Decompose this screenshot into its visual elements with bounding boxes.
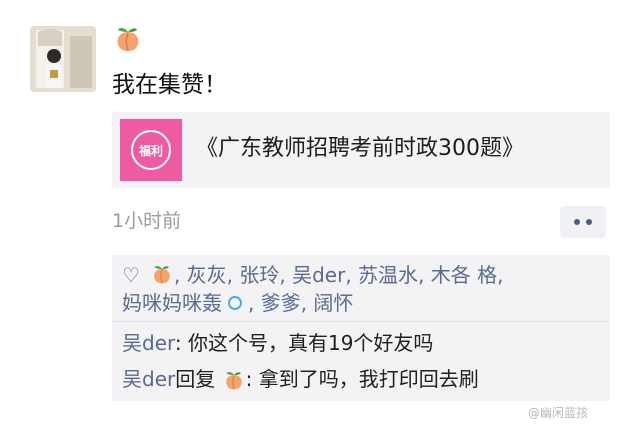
- comment-item[interactable]: 吴der: 你这个号，真有19个好友吗: [122, 329, 433, 357]
- comment-text: 你这个号，真有19个好友吗: [187, 331, 434, 355]
- more-dot-icon: [574, 219, 580, 225]
- comment-separator: :: [174, 331, 188, 355]
- likes-list: ♡ , 灰灰 , 张玲 , 吴der , 苏温水 , 木各 格, 妈咪妈咪轰 ,…: [122, 261, 602, 317]
- likes-row: 妈咪妈咪轰 , 爹爹 , 阔怀: [122, 289, 602, 317]
- heart-outline-icon: ♡: [122, 263, 140, 287]
- like-name[interactable]: , 灰灰: [174, 261, 227, 289]
- comment-text: 拿到了吗，我打印回去刷: [258, 367, 479, 391]
- like-name[interactable]: , 苏温水: [345, 261, 418, 289]
- like-name[interactable]: 妈咪妈咪轰: [122, 289, 222, 317]
- comment-item[interactable]: 吴der回复 : 拿到了吗，我打印回去刷: [122, 365, 479, 393]
- comment-author[interactable]: 吴der: [122, 367, 175, 391]
- more-actions-button[interactable]: [560, 206, 606, 238]
- shared-link-card[interactable]: 福利 《广东教师招聘考前时政300题》: [112, 112, 610, 188]
- likes-comments-panel: ♡ , 灰灰 , 张玲 , 吴der , 苏温水 , 木各 格, 妈咪妈咪轰 ,…: [112, 255, 610, 401]
- comment-separator: :: [245, 367, 259, 391]
- ring-icon: [228, 296, 242, 310]
- more-dot-icon: [586, 219, 592, 225]
- avatar-photo: [30, 26, 96, 92]
- nickname-peach-icon[interactable]: [112, 24, 144, 64]
- link-thumbnail: 福利: [120, 119, 182, 181]
- post-timestamp: 1小时前: [112, 210, 182, 232]
- like-name[interactable]: , 爹爹: [248, 289, 301, 317]
- likes-row: ♡ , 灰灰 , 张玲 , 吴der , 苏温水 , 木各 格,: [122, 261, 602, 289]
- peach-icon: [117, 28, 139, 52]
- peach-icon[interactable]: [222, 369, 246, 393]
- link-thumbnail-badge: 福利: [131, 130, 171, 170]
- like-name[interactable]: , 阔怀: [301, 289, 354, 317]
- like-name[interactable]: , 张玲: [227, 261, 280, 289]
- post-text: 我在集赞！: [112, 72, 227, 98]
- avatar[interactable]: [30, 26, 96, 92]
- likes-divider: [112, 321, 610, 322]
- watermark: @幽闲蓝孩: [528, 406, 589, 420]
- reply-word: 回复: [175, 367, 216, 391]
- like-name[interactable]: , 吴der: [279, 261, 345, 289]
- peach-icon[interactable]: [150, 263, 174, 287]
- comment-author[interactable]: 吴der: [122, 331, 175, 355]
- link-title: 《广东教师招聘考前时政300题》: [196, 136, 524, 161]
- like-name[interactable]: , 木各 格,: [418, 261, 503, 289]
